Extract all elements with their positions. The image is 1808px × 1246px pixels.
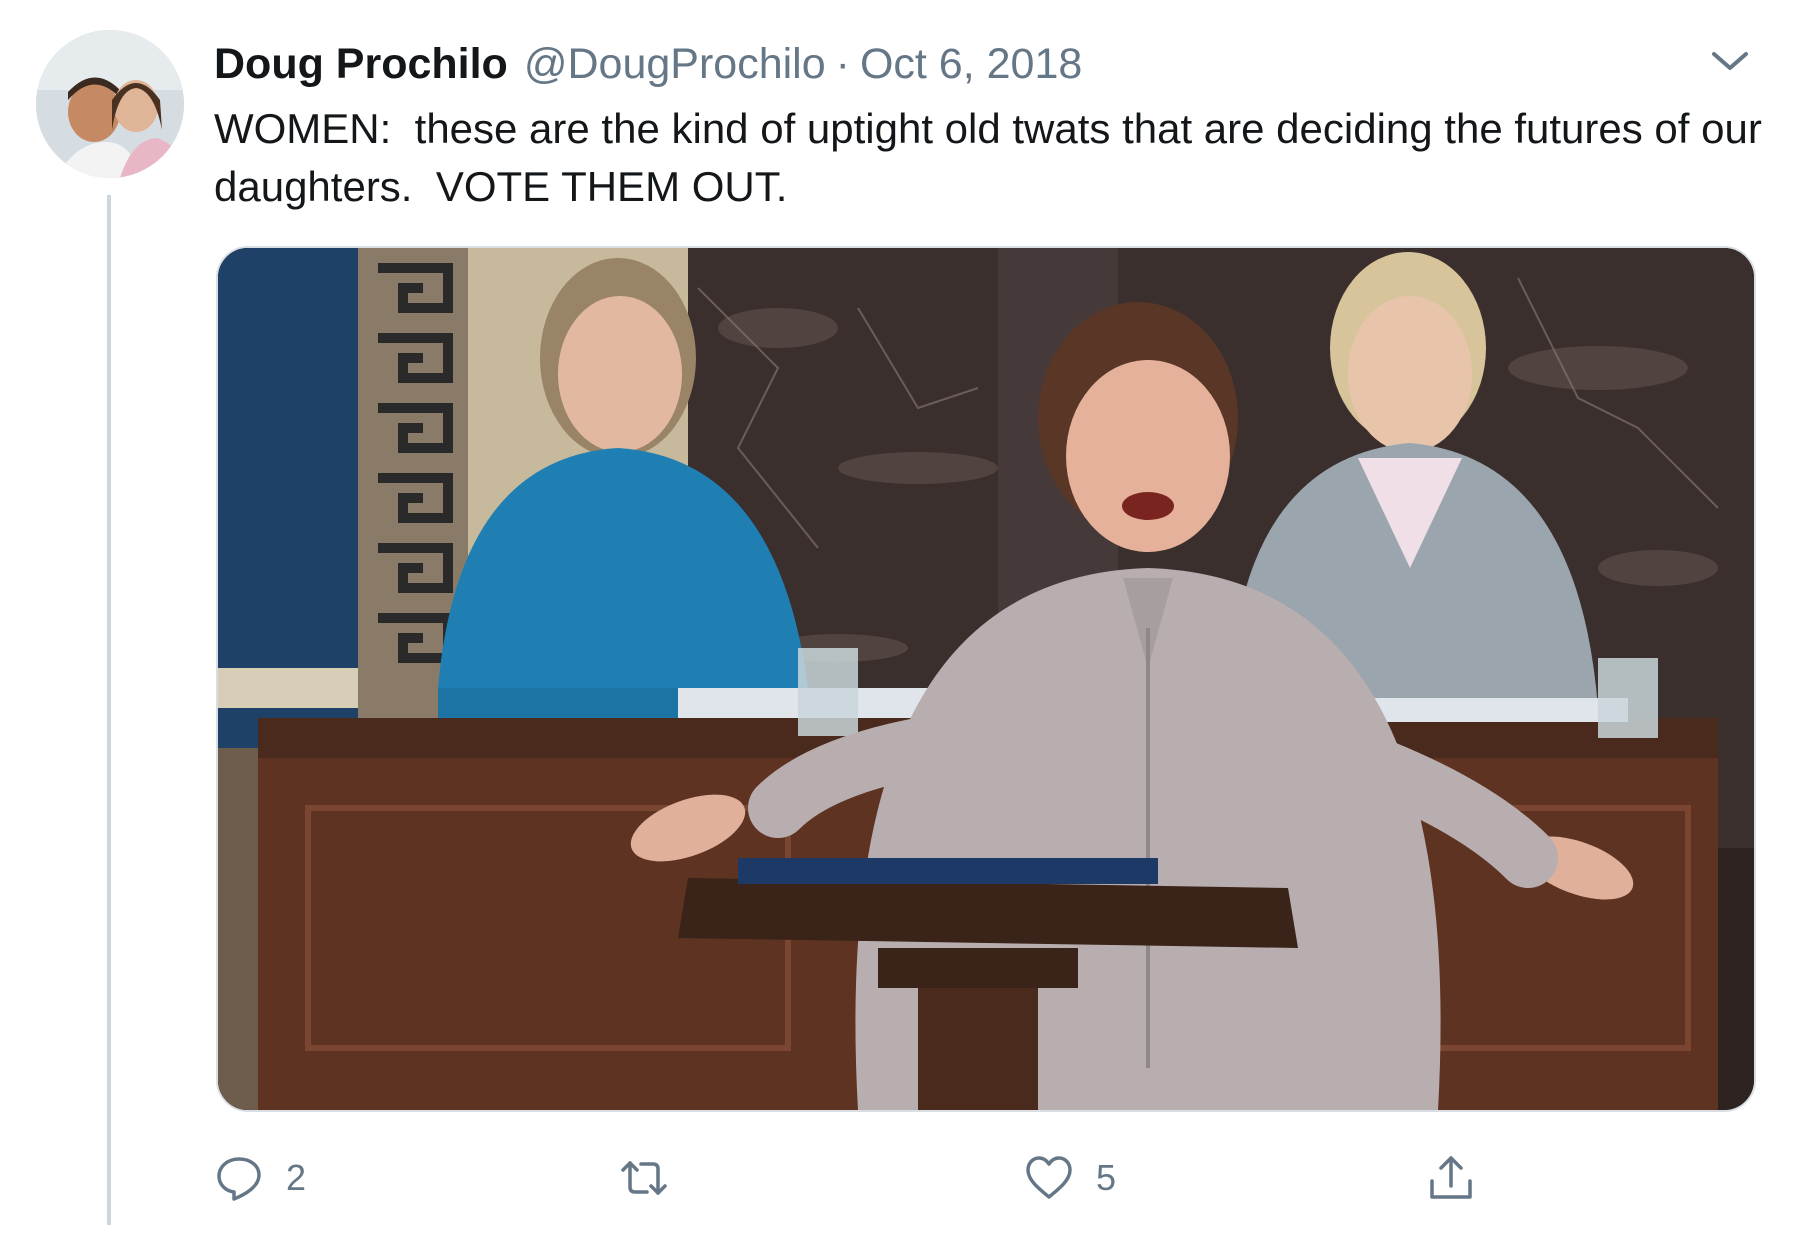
reply-button[interactable]: 2 <box>214 1148 306 1208</box>
reply-icon <box>217 1157 261 1201</box>
tweet-text: WOMEN: these are the kind of uptight old… <box>214 105 1774 210</box>
photo-senate-floor <box>218 248 1754 1110</box>
tweet-photo[interactable] <box>216 246 1756 1112</box>
tweet-date[interactable]: Oct 6, 2018 <box>860 40 1082 89</box>
author-avatar[interactable] <box>36 30 184 178</box>
like-button[interactable]: 5 <box>1024 1148 1116 1208</box>
thread-line <box>107 195 111 1225</box>
reply-count: 2 <box>286 1157 307 1198</box>
author-display-name[interactable]: Doug Prochilo <box>214 40 508 89</box>
author-handle[interactable]: @DougProchilo <box>524 40 826 89</box>
share-button[interactable] <box>1426 1148 1476 1208</box>
tweet-header: Doug Prochilo @DougProchilo · Oct 6, 201… <box>214 36 1082 92</box>
like-count: 5 <box>1096 1157 1117 1198</box>
chevron-down-icon[interactable] <box>1708 46 1752 76</box>
retweet-button[interactable] <box>619 1148 691 1208</box>
heart-icon <box>1026 1156 1072 1199</box>
retweet-icon <box>621 1161 667 1195</box>
header-separator: · <box>835 39 850 88</box>
avatar-photo <box>36 30 184 178</box>
share-icon <box>1430 1156 1472 1199</box>
